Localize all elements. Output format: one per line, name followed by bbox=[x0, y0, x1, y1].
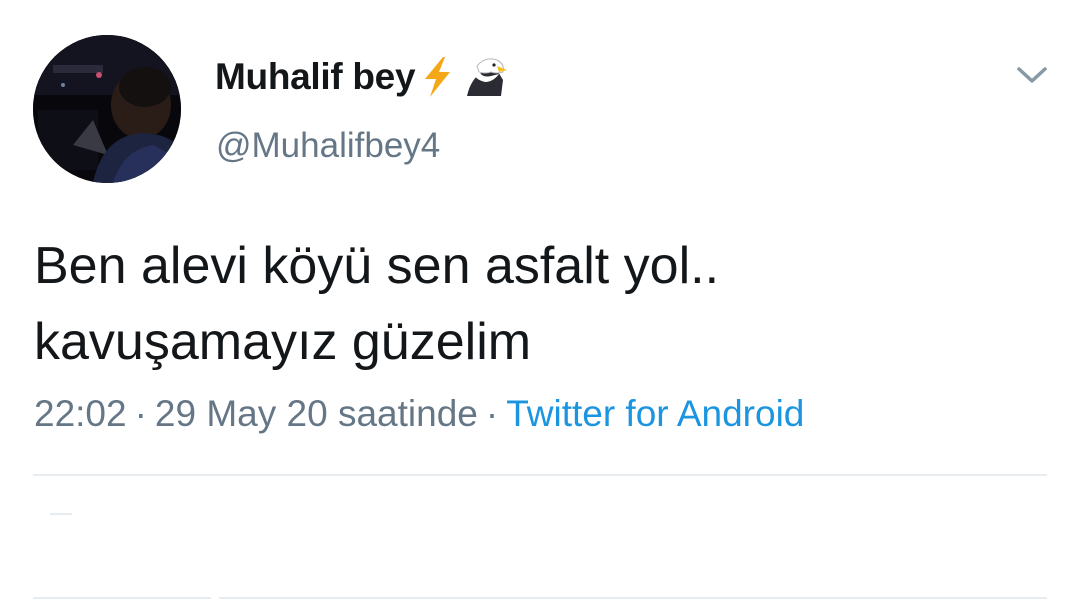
tweet-source-link[interactable]: Twitter for Android bbox=[506, 393, 804, 434]
tweet-text: Ben alevi köyü sen asfalt yol.. kavuşama… bbox=[34, 228, 1034, 380]
divider bbox=[219, 597, 1047, 599]
divider bbox=[33, 597, 211, 599]
display-name-row[interactable]: Muhalif bey bbox=[215, 54, 508, 100]
user-handle[interactable]: @Muhalifbey4 bbox=[216, 126, 440, 166]
tweet-date[interactable]: 29 May 20 saatinde bbox=[155, 393, 478, 434]
divider-stub bbox=[50, 513, 72, 515]
tweet-meta: 22:02 · 29 May 20 saatinde · Twitter for And… bbox=[34, 393, 804, 435]
display-name[interactable]: Muhalif bey bbox=[215, 56, 416, 98]
divider bbox=[33, 474, 1047, 476]
tweet-text-line: kavuşamayız güzelim bbox=[34, 313, 532, 371]
meta-separator: · bbox=[134, 393, 147, 434]
tweet-detail: Muhalif bey @Muhalifbey4 Ben alevi köyü … bbox=[0, 0, 1080, 608]
eagle-icon bbox=[467, 58, 508, 96]
avatar-photo bbox=[33, 35, 181, 183]
meta-separator: · bbox=[485, 393, 499, 434]
tweet-time[interactable]: 22:02 bbox=[34, 393, 127, 434]
avatar[interactable] bbox=[33, 35, 181, 183]
chevron-down-icon[interactable] bbox=[1012, 58, 1052, 92]
tweet-text-line: Ben alevi köyü sen asfalt yol.. bbox=[34, 237, 720, 295]
lightning-bolt-icon bbox=[425, 57, 451, 97]
